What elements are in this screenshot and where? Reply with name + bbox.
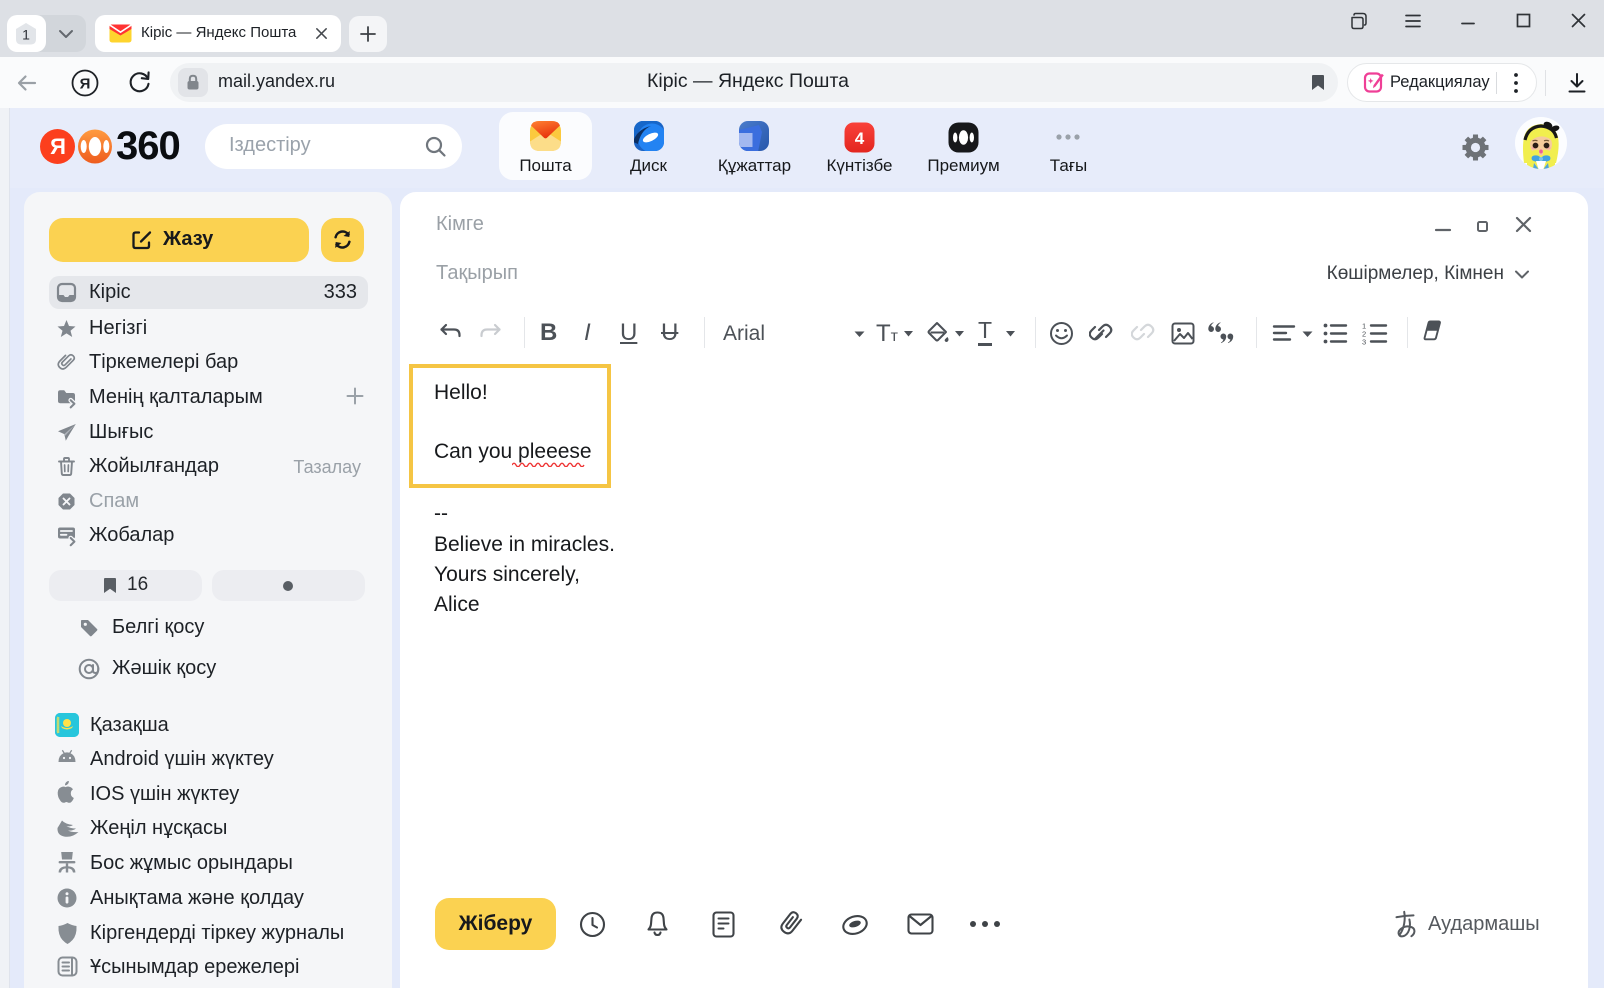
svg-text:Я: Я <box>50 134 66 159</box>
svg-text:1: 1 <box>22 27 30 43</box>
svg-text:4: 4 <box>855 129 865 148</box>
svg-text:Я: Я <box>80 76 91 93</box>
svg-text:3: 3 <box>1362 338 1366 346</box>
